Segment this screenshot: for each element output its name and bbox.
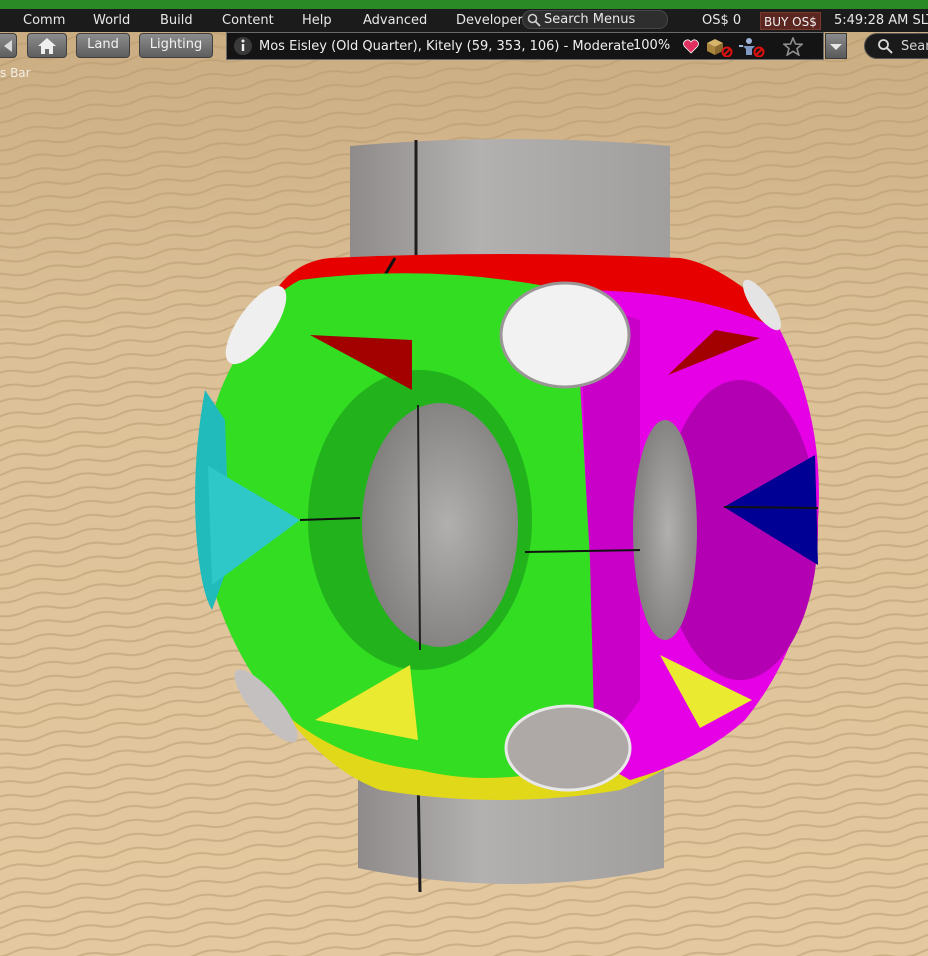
top-accent-strip — [0, 0, 928, 9]
navigation-bar: Land Lighting Mos Eisley (Old Quarter), … — [0, 32, 928, 60]
colored-sphere-object[interactable] — [195, 254, 819, 800]
search-menus-placeholder: Search Menus — [544, 12, 636, 27]
zoom-level: 100% — [633, 38, 671, 53]
home-button[interactable] — [27, 33, 67, 58]
lighting-button[interactable]: Lighting — [139, 33, 213, 58]
search-icon — [878, 39, 893, 54]
home-icon — [38, 38, 56, 54]
info-icon[interactable] — [233, 36, 253, 56]
search-input[interactable]: Search — [864, 33, 928, 59]
clock-time: 5:49:28 AM SLT — [834, 13, 928, 28]
3d-scene[interactable] — [0, 0, 928, 956]
no-build-icon[interactable] — [705, 37, 733, 57]
gray-cap-bottom — [504, 704, 632, 792]
currency-balance[interactable]: OS$ 0 — [702, 13, 741, 28]
menu-help[interactable]: Help — [302, 13, 332, 28]
3d-viewport[interactable]: s Bar — [0, 0, 928, 956]
favorites-bar-label: s Bar — [0, 66, 31, 80]
menu-comm[interactable]: Comm — [23, 13, 65, 28]
star-icon[interactable] — [783, 37, 803, 56]
location-bar[interactable]: Mos Eisley (Old Quarter), Kitely (59, 35… — [226, 32, 824, 60]
heart-icon[interactable] — [683, 39, 699, 54]
location-history-dropdown[interactable] — [825, 33, 847, 59]
buy-currency-button[interactable]: BUY OS$ — [760, 12, 821, 30]
land-button[interactable]: Land — [76, 33, 130, 58]
chevron-down-icon — [830, 44, 842, 50]
back-button[interactable] — [0, 33, 17, 58]
menu-content[interactable]: Content — [222, 13, 274, 28]
search-icon — [527, 13, 541, 32]
search-menus-input[interactable]: Search Menus — [522, 10, 668, 29]
location-text: Mos Eisley (Old Quarter), Kitely (59, 35… — [259, 39, 635, 54]
white-cap-top — [499, 281, 631, 389]
menu-developer[interactable]: Developer — [456, 13, 523, 28]
search-placeholder: Search — [901, 39, 928, 54]
no-push-icon[interactable] — [737, 37, 765, 57]
menu-advanced[interactable]: Advanced — [363, 13, 427, 28]
menu-build[interactable]: Build — [160, 13, 193, 28]
menu-bar: Comm World Build Content Help Advanced D… — [0, 9, 928, 32]
menu-world[interactable]: World — [93, 13, 130, 28]
back-arrow-icon — [4, 40, 12, 52]
